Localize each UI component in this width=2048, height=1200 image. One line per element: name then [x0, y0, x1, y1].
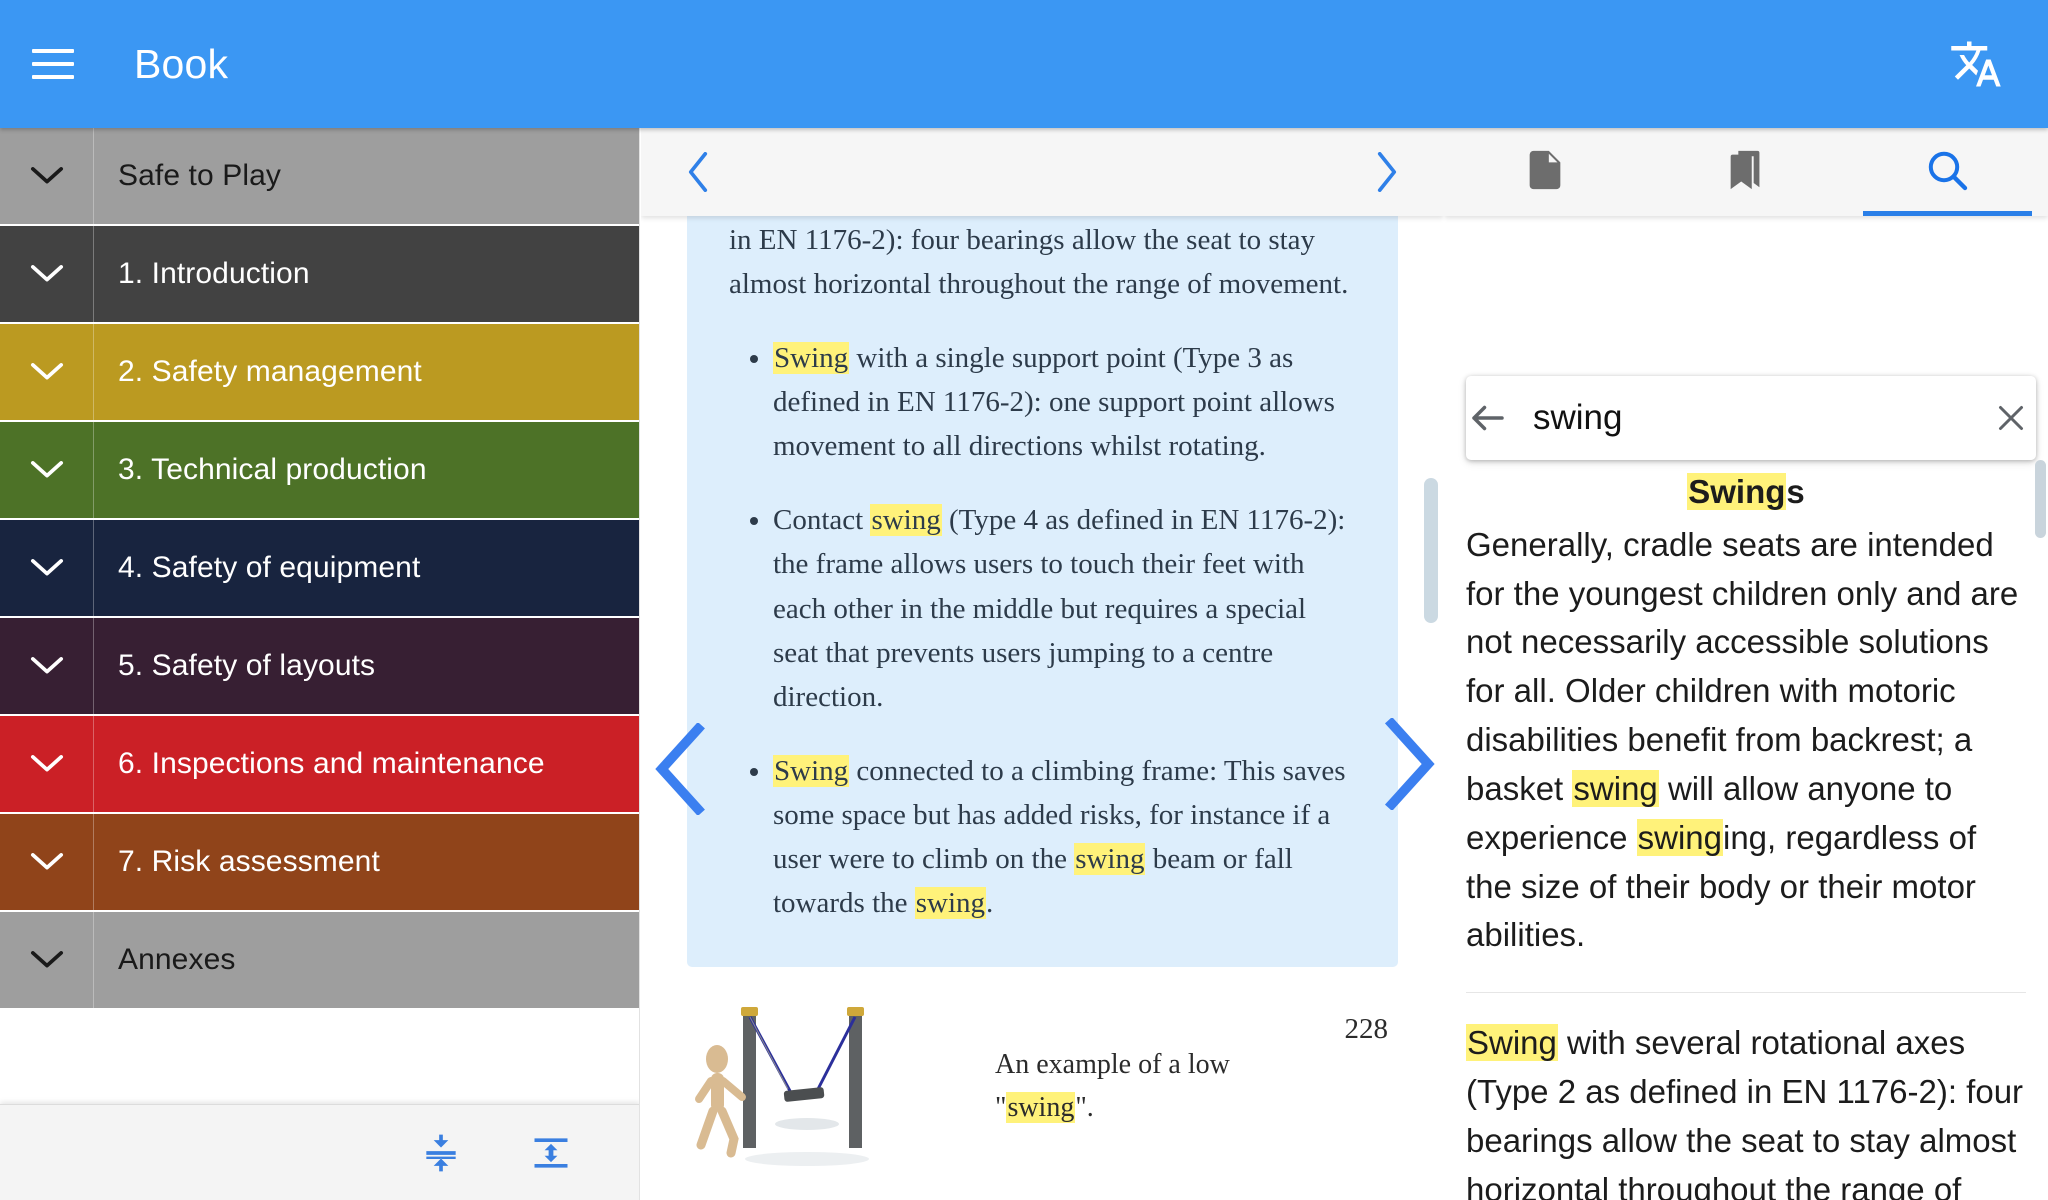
hamburger-menu-icon[interactable]: [22, 33, 84, 95]
body-text: .: [986, 887, 994, 920]
search-result-title-rest: s: [1786, 473, 1805, 510]
sidebar-item-1-introduction[interactable]: 1. Introduction: [0, 225, 639, 324]
chevron-down-icon[interactable]: [0, 225, 94, 323]
list-item: Swing connected to a climbing frame: Thi…: [773, 749, 1358, 925]
page-title: Book: [134, 40, 229, 87]
table-of-contents-sidebar: Safe to Play 1. Introduction 2. Safety man…: [0, 128, 640, 1200]
highlighted-text-block: in EN 1176-2): four bearings allow the s…: [687, 216, 1398, 968]
sidebar-item-label: 3. Technical production: [118, 453, 427, 486]
chevron-down-icon[interactable]: [0, 421, 94, 519]
search-term-highlight: Swing: [1687, 473, 1787, 510]
body-text: with a single support point (Type 3 as d…: [773, 342, 1335, 463]
tab-underline: [1862, 211, 2032, 216]
list-item: Contact swing (Type 4 as defined in EN 1…: [773, 498, 1358, 718]
sidebar-item-7-risk-assessment[interactable]: 7. Risk assessment: [0, 813, 639, 912]
figure-caption-highlight: swing: [1006, 1092, 1076, 1124]
arrow-left-icon[interactable]: [1466, 397, 1511, 439]
next-page-small-icon[interactable]: [1374, 152, 1400, 192]
sidebar-item-safe-to-play[interactable]: Safe to Play: [0, 128, 639, 226]
search-term-highlight: Swing: [1466, 1024, 1558, 1062]
paragraph-continuation: in EN 1176-2): four bearings allow the s…: [729, 224, 1349, 301]
sidebar-item-label: 4. Safety of equipment: [118, 551, 421, 584]
reader-topbar: [641, 128, 1444, 216]
search-term-highlight: swing: [1074, 842, 1146, 875]
sidebar-item-4-safety-of-equipment[interactable]: 4. Safety of equipment: [0, 519, 639, 618]
close-icon[interactable]: [1986, 400, 2036, 436]
bullet-list: Swing with a single support point (Type …: [729, 336, 1358, 925]
search-result-snippet: Generally, cradle seats are intended for…: [1466, 521, 2026, 960]
page-content: in EN 1176-2): four bearings allow the s…: [641, 216, 1444, 1200]
previous-page-button[interactable]: [648, 721, 710, 820]
main-layout: Safe to Play 1. Introduction 2. Safety man…: [0, 128, 2048, 1200]
search-bar: [1466, 376, 2036, 460]
chevron-down-icon[interactable]: [0, 715, 94, 813]
search-term-highlight: swing: [1636, 818, 1723, 856]
search-results-list[interactable]: Swings Generally, cradle seats are intend…: [1444, 468, 2048, 1200]
figure-caption-post: ".: [1075, 1092, 1094, 1124]
search-term-highlight: Swing: [773, 342, 850, 375]
tab-page[interactable]: [1444, 128, 1645, 216]
search-results-scrollbar-thumb[interactable]: [2035, 460, 2046, 538]
chevron-down-icon[interactable]: [0, 519, 94, 617]
sidebar-item-label: 6. Inspections and maintenance: [118, 747, 545, 780]
toc-toolbar: [0, 1104, 639, 1200]
sidebar-item-label: Annexes: [118, 943, 236, 976]
sidebar-item-annexes[interactable]: Annexes: [0, 911, 639, 1010]
reader-pane: in EN 1176-2): four bearings allow the s…: [641, 128, 1444, 1200]
collapse-all-icon[interactable]: [412, 1124, 470, 1182]
search-icon: [1923, 146, 1971, 199]
chevron-down-icon[interactable]: [0, 911, 94, 1009]
sidebar-item-5-safety-of-layouts[interactable]: 5. Safety of layouts: [0, 617, 639, 716]
sidebar-item-label: 1. Introduction: [118, 257, 310, 290]
sidebar-item-label: 5. Safety of layouts: [118, 649, 376, 682]
sidebar-item-2-safety-management[interactable]: 2. Safety management: [0, 323, 639, 422]
reader-scrollbar-thumb[interactable]: [1424, 478, 1438, 623]
figure-caption: An example of a low "swing".: [995, 1043, 1255, 1130]
search-input[interactable]: [1510, 397, 1986, 439]
search-result-item[interactable]: Swings Generally, cradle seats are intend…: [1466, 468, 2026, 970]
low-swing-figure: [687, 999, 957, 1174]
sidebar-item-3-technical-production[interactable]: 3. Technical production: [0, 421, 639, 520]
body-text: Contact: [773, 504, 871, 537]
search-term-highlight: Swing: [773, 754, 850, 787]
search-result-title: Swings: [1466, 468, 2026, 517]
search-term-highlight: swing: [870, 504, 942, 537]
chevron-down-icon[interactable]: [0, 128, 94, 225]
search-panel: SwingsGenerally, cradle seats are intend…: [1444, 128, 2048, 1200]
snippet-text: Generally, cradle seats are intended for…: [1466, 525, 2019, 807]
prev-page-small-icon[interactable]: [685, 152, 711, 192]
sidebar-item-6-inspections-and-maintenance[interactable]: 6. Inspections and maintenance: [0, 715, 639, 814]
next-page-button[interactable]: [1378, 716, 1440, 815]
list-item: Swing with a single support point (Type …: [773, 336, 1358, 468]
chevron-down-icon[interactable]: [0, 617, 94, 715]
bookmark-icon: [1723, 147, 1769, 198]
tab-bookmarks[interactable]: [1645, 128, 1846, 216]
expand-all-icon[interactable]: [522, 1124, 580, 1182]
sidebar-item-label: Safe to Play: [118, 159, 281, 192]
figure-row: An example of a low "swing". 228: [687, 991, 1398, 1181]
sidebar-item-label: 7. Risk assessment: [118, 845, 380, 878]
sidebar-item-label: 2. Safety management: [118, 355, 422, 388]
toc-list: Safe to Play 1. Introduction 2. Safety man…: [0, 128, 639, 1010]
search-term-highlight: swing: [1572, 769, 1659, 807]
page-scroll-area[interactable]: in EN 1176-2): four bearings allow the s…: [641, 216, 1444, 1200]
chevron-down-icon[interactable]: [0, 813, 94, 911]
search-term-highlight: swing: [914, 887, 987, 920]
search-result-item[interactable]: Swing with several rotational axes (Type…: [1466, 992, 2026, 1200]
right-panel-tabs: [1444, 128, 2048, 216]
document-icon: [1522, 147, 1568, 198]
search-result-snippet: Swing with several rotational axes (Type…: [1466, 1019, 2026, 1200]
app-bar: Book: [0, 0, 2048, 128]
translate-icon[interactable]: [1944, 32, 2008, 96]
tab-search[interactable]: [1847, 128, 2048, 216]
figure-number: 228: [1344, 1013, 1389, 1046]
chevron-down-icon[interactable]: [0, 323, 94, 421]
